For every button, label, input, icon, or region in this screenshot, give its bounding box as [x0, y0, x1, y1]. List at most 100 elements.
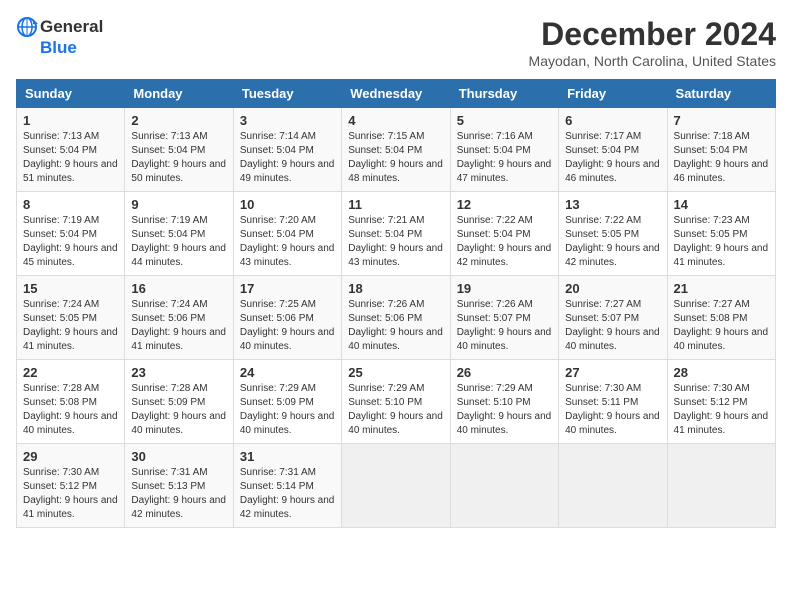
logo-general-text: General — [40, 17, 103, 37]
day-number: 27 — [565, 365, 660, 380]
calendar-cell: 23 Sunrise: 7:28 AMSunset: 5:09 PMDayligh… — [125, 360, 233, 444]
calendar-week-3: 15Sunrise: 7:24 AMSunset: 5:05 PMDayligh… — [17, 276, 776, 360]
day-number: 22 — [23, 365, 118, 380]
day-info: Sunrise: 7:26 AMSunset: 5:06 PMDaylight:… — [348, 298, 443, 354]
day-number: 11 — [348, 197, 443, 212]
day-header-tuesday: Tuesday — [233, 80, 341, 108]
calendar-cell: 17Sunrise: 7:25 AMSunset: 5:06 PMDayligh… — [233, 276, 341, 360]
calendar-cell: 28 Sunrise: 7:30 AMSunset: 5:12 PMDayligh… — [667, 360, 775, 444]
day-info: Sunrise: 7:31 AMSunset: 5:14 PMDaylight:… — [240, 466, 335, 522]
calendar-cell — [559, 444, 667, 528]
day-info: Sunrise: 7:17 AMSunset: 5:04 PMDaylight:… — [565, 130, 660, 186]
month-title: December 2024 — [529, 16, 776, 53]
day-info: Sunrise: 7:28 AMSunset: 5:08 PMDaylight:… — [23, 382, 118, 438]
calendar-cell: 12Sunrise: 7:22 AMSunset: 5:04 PMDayligh… — [450, 192, 558, 276]
calendar-cell: 8 Sunrise: 7:19 AMSunset: 5:04 PMDaylight… — [17, 192, 125, 276]
day-number: 7 — [674, 113, 769, 128]
day-number: 24 — [240, 365, 335, 380]
day-info: Sunrise: 7:26 AMSunset: 5:07 PMDaylight:… — [457, 298, 552, 354]
day-header-wednesday: Wednesday — [342, 80, 450, 108]
day-info: Sunrise: 7:31 AMSunset: 5:13 PMDaylight:… — [131, 466, 226, 522]
calendar-cell: 7 Sunrise: 7:18 AMSunset: 5:04 PMDaylight… — [667, 108, 775, 192]
calendar-cell: 13 Sunrise: 7:22 AMSunset: 5:05 PMDayligh… — [559, 192, 667, 276]
day-info: Sunrise: 7:19 AMSunset: 5:04 PMDaylight:… — [23, 214, 118, 270]
day-header-monday: Monday — [125, 80, 233, 108]
calendar-cell: 4 Sunrise: 7:15 AMSunset: 5:04 PMDaylight… — [342, 108, 450, 192]
day-number: 10 — [240, 197, 335, 212]
calendar-cell: 24 Sunrise: 7:29 AMSunset: 5:09 PMDayligh… — [233, 360, 341, 444]
day-info: Sunrise: 7:28 AMSunset: 5:09 PMDaylight:… — [131, 382, 226, 438]
day-number: 2 — [131, 113, 226, 128]
day-number: 28 — [674, 365, 769, 380]
day-info: Sunrise: 7:29 AMSunset: 5:10 PMDaylight:… — [348, 382, 443, 438]
calendar-cell: 27 Sunrise: 7:30 AMSunset: 5:11 PMDayligh… — [559, 360, 667, 444]
calendar-header-row: SundayMondayTuesdayWednesdayThursdayFrid… — [17, 80, 776, 108]
day-info: Sunrise: 7:18 AMSunset: 5:04 PMDaylight:… — [674, 130, 769, 186]
day-info: Sunrise: 7:22 AMSunset: 5:05 PMDaylight:… — [565, 214, 660, 270]
day-info: Sunrise: 7:19 AMSunset: 5:04 PMDaylight:… — [131, 214, 226, 270]
day-number: 26 — [457, 365, 552, 380]
location-title: Mayodan, North Carolina, United States — [529, 53, 776, 69]
day-info: Sunrise: 7:21 AMSunset: 5:04 PMDaylight:… — [348, 214, 443, 270]
day-info: Sunrise: 7:23 AMSunset: 5:05 PMDaylight:… — [674, 214, 769, 270]
day-info: Sunrise: 7:25 AMSunset: 5:06 PMDaylight:… — [240, 298, 335, 354]
logo: General Blue — [16, 16, 103, 58]
day-info: Sunrise: 7:30 AMSunset: 5:12 PMDaylight:… — [23, 466, 118, 522]
calendar-cell: 19 Sunrise: 7:26 AMSunset: 5:07 PMDayligh… — [450, 276, 558, 360]
calendar-cell: 30 Sunrise: 7:31 AMSunset: 5:13 PMDayligh… — [125, 444, 233, 528]
calendar-cell: 31 Sunrise: 7:31 AMSunset: 5:14 PMDayligh… — [233, 444, 341, 528]
calendar-cell: 26 Sunrise: 7:29 AMSunset: 5:10 PMDayligh… — [450, 360, 558, 444]
day-number: 13 — [565, 197, 660, 212]
calendar-cell: 16Sunrise: 7:24 AMSunset: 5:06 PMDayligh… — [125, 276, 233, 360]
day-number: 14 — [674, 197, 769, 212]
calendar-cell: 22 Sunrise: 7:28 AMSunset: 5:08 PMDayligh… — [17, 360, 125, 444]
calendar-cell — [342, 444, 450, 528]
day-info: Sunrise: 7:24 AMSunset: 5:05 PMDaylight:… — [23, 298, 118, 354]
day-number: 8 — [23, 197, 118, 212]
day-info: Sunrise: 7:29 AMSunset: 5:10 PMDaylight:… — [457, 382, 552, 438]
calendar-week-2: 8 Sunrise: 7:19 AMSunset: 5:04 PMDaylight… — [17, 192, 776, 276]
day-info: Sunrise: 7:15 AMSunset: 5:04 PMDaylight:… — [348, 130, 443, 186]
day-number: 31 — [240, 449, 335, 464]
day-info: Sunrise: 7:30 AMSunset: 5:11 PMDaylight:… — [565, 382, 660, 438]
calendar-cell: 10 Sunrise: 7:20 AMSunset: 5:04 PMDayligh… — [233, 192, 341, 276]
day-info: Sunrise: 7:22 AMSunset: 5:04 PMDaylight:… — [457, 214, 552, 270]
day-number: 4 — [348, 113, 443, 128]
calendar-cell: 2 Sunrise: 7:13 AMSunset: 5:04 PMDaylight… — [125, 108, 233, 192]
calendar-week-5: 29 Sunrise: 7:30 AMSunset: 5:12 PMDayligh… — [17, 444, 776, 528]
day-header-sunday: Sunday — [17, 80, 125, 108]
day-info: Sunrise: 7:13 AMSunset: 5:04 PMDaylight:… — [23, 130, 118, 186]
day-number: 9 — [131, 197, 226, 212]
day-number: 3 — [240, 113, 335, 128]
day-number: 5 — [457, 113, 552, 128]
day-info: Sunrise: 7:20 AMSunset: 5:04 PMDaylight:… — [240, 214, 335, 270]
day-number: 18 — [348, 281, 443, 296]
day-number: 23 — [131, 365, 226, 380]
calendar-body: 1 Sunrise: 7:13 AMSunset: 5:04 PMDaylight… — [17, 108, 776, 528]
day-number: 1 — [23, 113, 118, 128]
calendar-cell: 1 Sunrise: 7:13 AMSunset: 5:04 PMDaylight… — [17, 108, 125, 192]
day-number: 21 — [674, 281, 769, 296]
calendar-cell: 21Sunrise: 7:27 AMSunset: 5:08 PMDayligh… — [667, 276, 775, 360]
calendar-week-4: 22 Sunrise: 7:28 AMSunset: 5:08 PMDayligh… — [17, 360, 776, 444]
calendar-cell — [450, 444, 558, 528]
day-info: Sunrise: 7:14 AMSunset: 5:04 PMDaylight:… — [240, 130, 335, 186]
calendar-cell: 20Sunrise: 7:27 AMSunset: 5:07 PMDayligh… — [559, 276, 667, 360]
day-number: 6 — [565, 113, 660, 128]
calendar-cell: 25Sunrise: 7:29 AMSunset: 5:10 PMDayligh… — [342, 360, 450, 444]
logo-globe-icon — [16, 16, 38, 38]
day-info: Sunrise: 7:29 AMSunset: 5:09 PMDaylight:… — [240, 382, 335, 438]
day-info: Sunrise: 7:30 AMSunset: 5:12 PMDaylight:… — [674, 382, 769, 438]
day-number: 19 — [457, 281, 552, 296]
page-header: General Blue December 2024 Mayodan, Nort… — [16, 16, 776, 69]
day-number: 30 — [131, 449, 226, 464]
calendar-cell: 11 Sunrise: 7:21 AMSunset: 5:04 PMDayligh… — [342, 192, 450, 276]
calendar-week-1: 1 Sunrise: 7:13 AMSunset: 5:04 PMDaylight… — [17, 108, 776, 192]
calendar-cell: 14 Sunrise: 7:23 AMSunset: 5:05 PMDayligh… — [667, 192, 775, 276]
calendar-cell: 29 Sunrise: 7:30 AMSunset: 5:12 PMDayligh… — [17, 444, 125, 528]
calendar-cell: 18 Sunrise: 7:26 AMSunset: 5:06 PMDayligh… — [342, 276, 450, 360]
day-info: Sunrise: 7:13 AMSunset: 5:04 PMDaylight:… — [131, 130, 226, 186]
calendar-cell: 5Sunrise: 7:16 AMSunset: 5:04 PMDaylight… — [450, 108, 558, 192]
day-number: 29 — [23, 449, 118, 464]
day-info: Sunrise: 7:24 AMSunset: 5:06 PMDaylight:… — [131, 298, 226, 354]
